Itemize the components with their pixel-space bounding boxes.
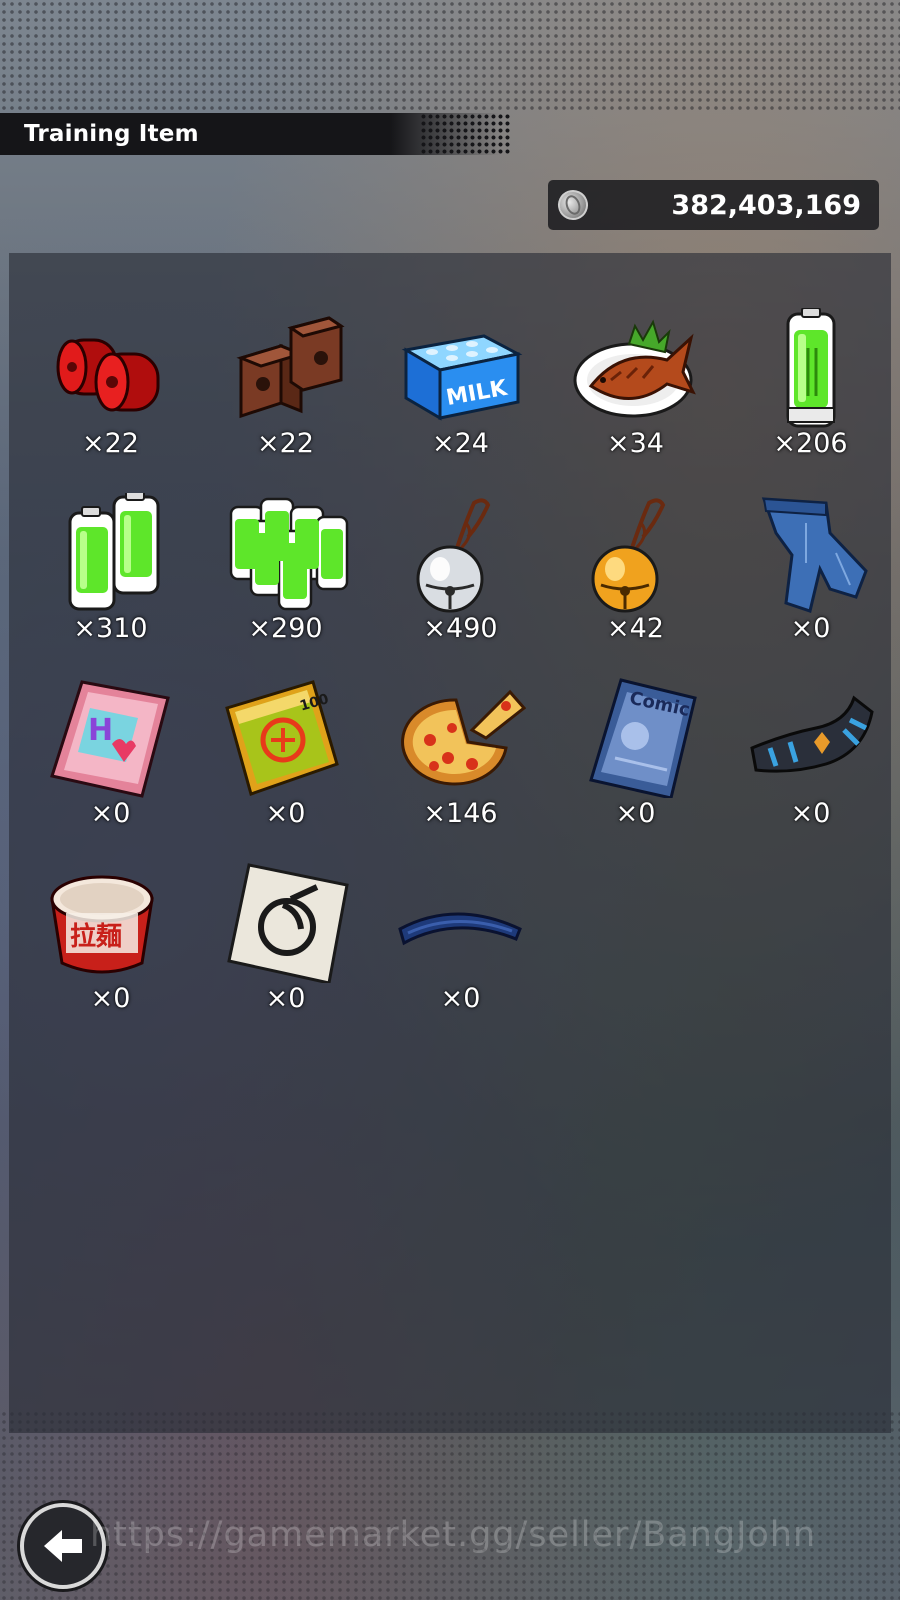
- item-grilled-fish[interactable]: ×34: [548, 308, 723, 493]
- watermark: https://gamemarket.gg/seller/BangJohn: [90, 1515, 817, 1555]
- item-count: ×0: [90, 798, 131, 829]
- ramen-cup-icon: 拉麺: [46, 863, 176, 983]
- gold-bell-icon: [571, 493, 701, 613]
- comic-book-icon: Comic: [571, 678, 701, 798]
- item-energy-battery-pair[interactable]: ×310: [23, 493, 198, 678]
- item-count: ×42: [607, 613, 664, 644]
- item-count: ×34: [607, 428, 664, 459]
- milk-carton-icon: MILK: [396, 308, 526, 428]
- item-count: ×0: [615, 798, 656, 829]
- currency-display: 382,403,169: [548, 180, 879, 230]
- svg-text:拉麺: 拉麺: [70, 921, 122, 952]
- item-silver-bell[interactable]: ×490: [373, 493, 548, 678]
- back-arrow-icon: [44, 1530, 82, 1562]
- item-count: ×290: [248, 613, 323, 644]
- item-wristband[interactable]: ×0: [723, 678, 898, 863]
- item-count: ×0: [790, 798, 831, 829]
- top-halftone: [0, 0, 900, 110]
- item-red-weights[interactable]: ×22: [23, 308, 198, 493]
- item-count: ×22: [257, 428, 314, 459]
- item-count: ×310: [73, 613, 148, 644]
- pizza-icon: [396, 678, 526, 798]
- svg-text:H: H: [88, 713, 113, 748]
- item-green-book[interactable]: 100 ×0: [198, 678, 373, 863]
- item-count: ×146: [423, 798, 498, 829]
- pink-magazine-icon: H: [46, 678, 176, 798]
- header-halftone: [420, 113, 510, 155]
- battery-pack-icon: [221, 493, 351, 613]
- item-count: ×0: [790, 613, 831, 644]
- bottom-halftone: [0, 1410, 900, 1600]
- item-energy-battery[interactable]: ×206: [723, 308, 898, 493]
- item-pink-magazine[interactable]: H ×0: [23, 678, 198, 863]
- green-book-icon: 100: [221, 678, 351, 798]
- item-milk-carton[interactable]: MILK ×24: [373, 308, 548, 493]
- item-pizza[interactable]: ×146: [373, 678, 548, 863]
- coin-icon: [553, 185, 593, 225]
- item-jeans[interactable]: ×0: [723, 493, 898, 678]
- item-count: ×24: [432, 428, 489, 459]
- item-count: ×490: [423, 613, 498, 644]
- silver-bell-icon: [396, 493, 526, 613]
- brick-blocks-icon: [221, 308, 351, 428]
- battery-icon: [746, 308, 876, 428]
- item-blue-headband[interactable]: ×0: [373, 863, 548, 1048]
- item-count: ×0: [90, 983, 131, 1014]
- header-bar: Training Item: [0, 113, 510, 155]
- jeans-icon: [746, 493, 876, 613]
- currency-value: 382,403,169: [671, 189, 861, 221]
- item-count: ×0: [265, 983, 306, 1014]
- headband-icon: [396, 863, 526, 983]
- item-count: ×206: [773, 428, 848, 459]
- item-gold-bell[interactable]: ×42: [548, 493, 723, 678]
- item-grid: ×22 ×22 MILK ×24 ×34 ×206 ×310 ×290 ×490…: [23, 308, 898, 1048]
- grilled-fish-icon: [571, 308, 701, 428]
- item-panel: ×22 ×22 MILK ×24 ×34 ×206 ×310 ×290 ×490…: [9, 253, 891, 1433]
- item-comic-book[interactable]: Comic ×0: [548, 678, 723, 863]
- page-title: Training Item: [24, 121, 199, 147]
- red-weights-icon: [46, 308, 176, 428]
- item-count: ×0: [440, 983, 481, 1014]
- symbol-card-icon: [221, 863, 351, 983]
- item-count: ×22: [82, 428, 139, 459]
- battery-pair-icon: [46, 493, 176, 613]
- item-ramen-cup[interactable]: 拉麺 ×0: [23, 863, 198, 1048]
- item-brick-blocks[interactable]: ×22: [198, 308, 373, 493]
- item-symbol-card[interactable]: ×0: [198, 863, 373, 1048]
- wristband-icon: [746, 678, 876, 798]
- item-count: ×0: [265, 798, 306, 829]
- item-energy-battery-pack[interactable]: ×290: [198, 493, 373, 678]
